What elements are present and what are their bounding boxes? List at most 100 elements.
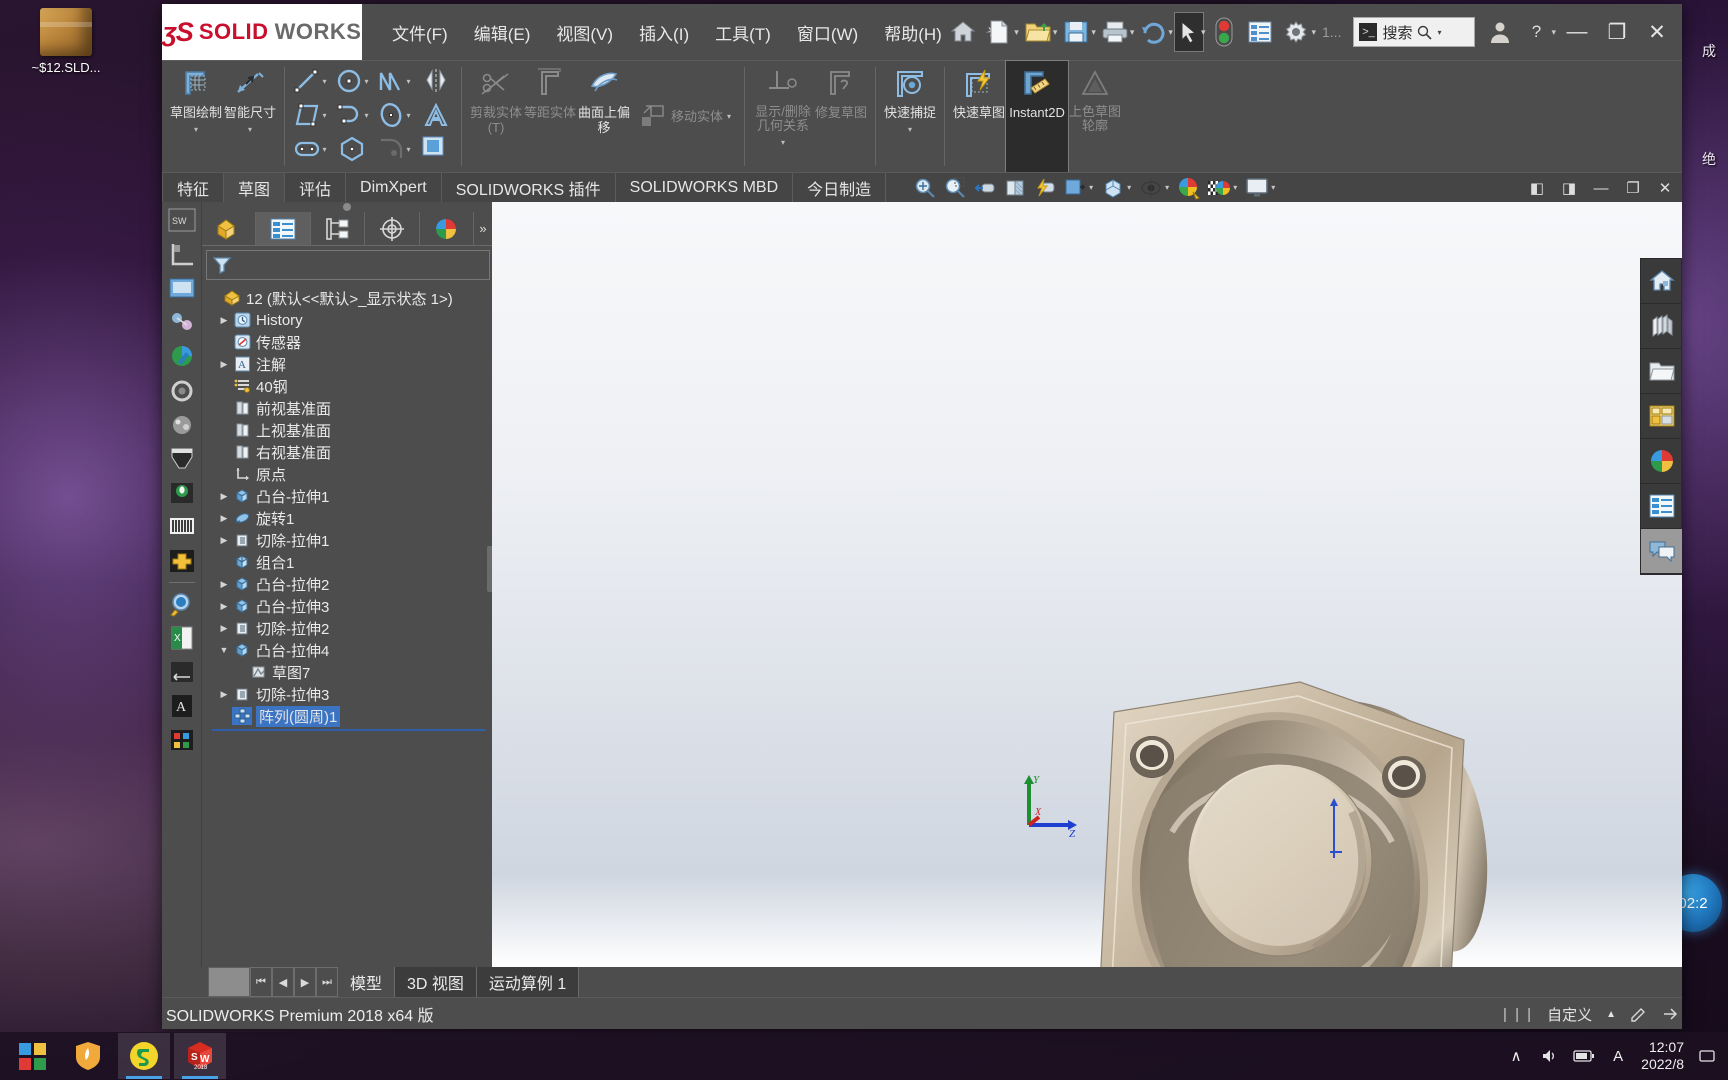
section-view-icon[interactable] — [1002, 175, 1028, 201]
rebuild-icon[interactable] — [1207, 13, 1241, 51]
save-icon[interactable] — [1059, 13, 1093, 51]
dock-icon-custom-properties[interactable] — [1641, 484, 1682, 529]
sidebar-icon-file-explorer[interactable] — [168, 276, 196, 302]
sidebar-icon-sensors[interactable] — [168, 446, 196, 472]
offset-on-surface-button[interactable]: 曲面上偏移 — [577, 61, 631, 172]
sidebar-icon-analysis[interactable] — [168, 480, 196, 506]
view-settings-icon[interactable] — [1138, 175, 1164, 201]
ellipse-caret-icon[interactable]: ▾ — [406, 111, 410, 120]
tree-rollback-bar[interactable] — [212, 729, 486, 731]
tree-item-annotations[interactable]: ▶ A 注解 — [202, 353, 492, 375]
expand-arrow-icon[interactable]: ▶ — [216, 579, 232, 590]
sidebar-icon-design-library[interactable] — [168, 242, 196, 268]
display-delete-relations-button[interactable]: 显示/删除几何关系 ▾ — [752, 61, 814, 172]
tray-notification-icon[interactable] — [1696, 1048, 1718, 1064]
new-document-icon[interactable] — [982, 13, 1016, 51]
open-caret-icon[interactable]: ▾ — [1053, 27, 1058, 38]
tab-solidworks-mbd[interactable]: SOLIDWORKS MBD — [616, 173, 794, 202]
trim-entities-button[interactable]: 剪裁实体(T) — [469, 61, 523, 172]
sidebar-icon-sw-resources[interactable]: SW — [168, 208, 196, 234]
offset-entities-button[interactable]: 等距实体 — [523, 61, 577, 172]
menu-help[interactable]: 帮助(H) — [882, 16, 944, 49]
arc-tool[interactable]: ▾ — [331, 98, 373, 132]
doc-minimize-icon[interactable]: — — [1588, 176, 1614, 200]
hide-show-items-icon[interactable] — [1100, 175, 1126, 201]
tree-item-combine-1[interactable]: 组合1 — [202, 551, 492, 573]
shaded-sketch-contours-button[interactable]: 上色草图轮廓 — [1068, 61, 1122, 172]
tab-sketch[interactable]: 草图 — [224, 173, 286, 202]
tree-item-sketch-7[interactable]: 草图7 — [202, 661, 492, 683]
taskbar-start-button[interactable] — [6, 1033, 58, 1079]
taskbar-security-button[interactable] — [62, 1033, 114, 1079]
toolbar-overflow-label[interactable]: 1... — [1318, 24, 1345, 40]
spline-tool[interactable]: ▾ — [373, 64, 415, 98]
save-caret-icon[interactable]: ▾ — [1091, 27, 1096, 38]
tray-ime-icon[interactable]: A — [1607, 1048, 1629, 1065]
dock-icon-view-palette[interactable] — [1641, 394, 1682, 439]
tree-item-boss-extrude-4[interactable]: ▼ 凸台-拉伸4 — [202, 639, 492, 661]
quick-snaps-caret-icon[interactable]: ▾ — [908, 122, 912, 137]
taskbar-solidworks-button[interactable]: S W 2018 — [174, 1033, 226, 1079]
tree-item-front-plane[interactable]: 前视基准面 — [202, 397, 492, 419]
dock-icon-file-explorer[interactable] — [1641, 349, 1682, 394]
circle-caret-icon[interactable]: ▾ — [364, 77, 368, 86]
previous-view-icon[interactable] — [972, 175, 998, 201]
mirror-entities-tool[interactable] — [415, 64, 457, 98]
sidebar-icon-render-tools[interactable] — [168, 412, 196, 438]
sidebar-icon-simulation[interactable] — [168, 548, 196, 574]
fillet-caret-icon[interactable]: ▾ — [406, 145, 410, 154]
window-minimize-button[interactable]: — — [1558, 12, 1596, 52]
relations-caret-icon[interactable]: ▾ — [781, 135, 785, 150]
expand-arrow-icon[interactable]: ▶ — [216, 359, 232, 370]
sidebar-icon-excel[interactable]: X — [168, 625, 196, 651]
move-entities-caret-icon[interactable]: ▾ — [727, 109, 731, 124]
sketch-button[interactable]: 草图绘制 ▾ — [169, 61, 223, 172]
zoom-to-area-icon[interactable] — [942, 175, 968, 201]
expand-arrow-icon[interactable]: ▶ — [216, 623, 232, 634]
tab-manufacturing-today[interactable]: 今日制造 — [793, 173, 887, 202]
tree-item-cut-extrude-2[interactable]: ▶ 切除-拉伸2 — [202, 617, 492, 639]
line-caret-icon[interactable]: ▾ — [322, 77, 326, 86]
feature-tree-filter-input[interactable] — [206, 250, 490, 280]
search-input[interactable]: >_ 搜索 ▾ — [1353, 17, 1476, 47]
tree-item-history[interactable]: ▶ History — [202, 309, 492, 331]
circle-tool[interactable]: ▾ — [331, 64, 373, 98]
tab-resize-handle[interactable] — [208, 967, 250, 997]
rapid-sketch-button[interactable]: 快速草图 — [952, 61, 1006, 172]
dock-icon-sw-resources[interactable] — [1641, 259, 1682, 304]
menu-view[interactable]: 视图(V) — [554, 16, 615, 49]
viewport-caret-icon[interactable]: ▾ — [1271, 183, 1275, 192]
tree-item-part-root[interactable]: 12 (默认<<默认>_显示状态 1>) — [202, 287, 492, 309]
menu-insert[interactable]: 插入(I) — [637, 16, 691, 49]
polygon-tool[interactable] — [331, 132, 373, 166]
smart-dimension-caret-icon[interactable]: ▾ — [248, 122, 252, 137]
home-icon[interactable] — [946, 13, 980, 51]
settings-caret-icon[interactable]: ▾ — [1311, 27, 1316, 38]
tree-item-circular-pattern-1[interactable]: 阵列(圆周)1 — [202, 705, 492, 727]
bottom-tab-motion-study-1[interactable]: 运动算例 1 — [476, 967, 580, 997]
window-maximize-button[interactable]: ❐ — [1598, 12, 1636, 52]
tab-features[interactable]: 特征 — [162, 173, 225, 202]
user-account-icon[interactable] — [1483, 13, 1517, 51]
repair-sketch-button[interactable]: 修复草图 — [814, 61, 868, 172]
taskbar-qq-browser-button[interactable] — [118, 1033, 170, 1079]
instant2d-button[interactable]: Instant2D — [1005, 60, 1070, 173]
print-caret-icon[interactable]: ▾ — [1130, 27, 1135, 38]
smart-dimension-button[interactable]: 智能尺寸 ▾ — [223, 61, 277, 172]
slot-caret-icon[interactable]: ▾ — [322, 145, 326, 154]
expand-icon[interactable] — [1662, 1006, 1678, 1022]
fm-tab-property-manager[interactable] — [256, 212, 311, 245]
apply-scene-caret-icon[interactable]: ▾ — [1233, 183, 1237, 192]
fm-tab-feature-tree[interactable] — [202, 212, 257, 245]
rectangle-tool[interactable]: ▾ — [289, 98, 331, 132]
tree-item-boss-extrude-3[interactable]: ▶ 凸台-拉伸3 — [202, 595, 492, 617]
tree-item-sensors[interactable]: 传感器 — [202, 331, 492, 353]
options-list-icon[interactable] — [1243, 13, 1277, 51]
feature-manager-grip[interactable] — [202, 202, 492, 212]
display-style-caret-icon[interactable]: ▾ — [1089, 183, 1093, 192]
menu-edit[interactable]: 编辑(E) — [472, 16, 533, 49]
edit-icon[interactable] — [1630, 1006, 1648, 1022]
sidebar-icon-dimxpert[interactable] — [168, 659, 196, 685]
tray-chevron-icon[interactable]: ∧ — [1505, 1047, 1527, 1065]
status-custom-label[interactable]: 自定义 — [1547, 1004, 1592, 1025]
